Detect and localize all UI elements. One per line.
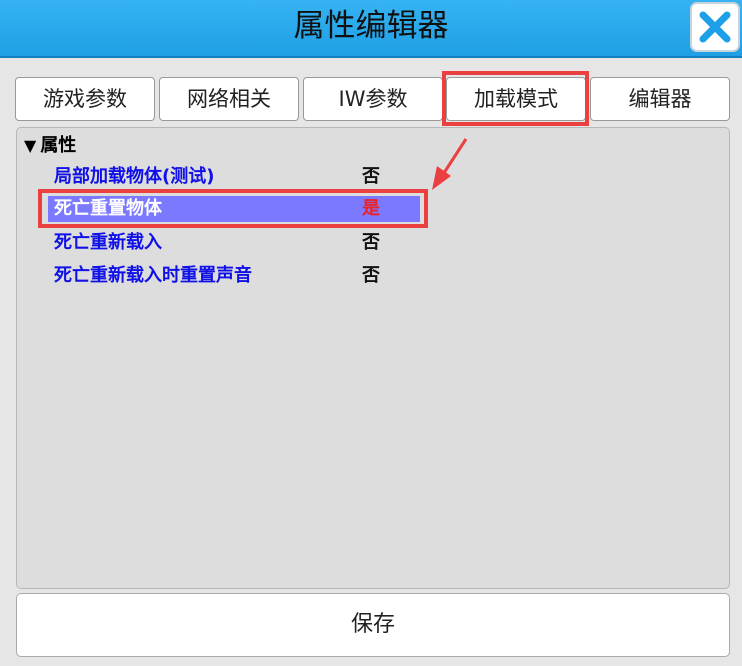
property-row[interactable]: 死亡重新载入 否 — [54, 230, 434, 256]
property-row-selected[interactable]: 死亡重置物体 是 — [48, 196, 420, 222]
close-button[interactable] — [690, 2, 740, 52]
property-group-header[interactable]: ▼ 属性 — [24, 135, 76, 157]
property-name: 死亡重置物体 — [54, 198, 162, 219]
property-value[interactable]: 是 — [362, 196, 380, 222]
save-button[interactable]: 保存 — [16, 593, 730, 657]
property-name: 死亡重新载入时重置声音 — [54, 265, 252, 286]
property-panel: ▼ 属性 局部加载物体(测试) 否 死亡重置物体 是 死亡重新载入 否 死亡重新载… — [16, 127, 730, 589]
property-value[interactable]: 否 — [362, 263, 380, 289]
tab-iw-params[interactable]: IW参数 — [303, 77, 443, 121]
window-title: 属性编辑器 — [293, 8, 449, 44]
title-bar: 属性编辑器 — [0, 0, 742, 58]
property-value[interactable]: 否 — [362, 164, 380, 190]
tab-editor[interactable]: 编辑器 — [590, 77, 730, 121]
property-name: 局部加载物体(测试) — [54, 166, 215, 187]
tab-game-params[interactable]: 游戏参数 — [15, 77, 155, 121]
property-row[interactable]: 局部加载物体(测试) 否 — [54, 164, 434, 190]
property-value[interactable]: 否 — [362, 230, 380, 256]
tab-load-mode[interactable]: 加载模式 — [446, 77, 586, 121]
close-icon — [699, 11, 731, 43]
expand-triangle-icon: ▼ — [24, 136, 37, 155]
property-group-label: 属性 — [40, 135, 77, 156]
tab-network[interactable]: 网络相关 — [159, 77, 299, 121]
property-row[interactable]: 死亡重新载入时重置声音 否 — [54, 263, 434, 289]
property-name: 死亡重新载入 — [54, 232, 162, 253]
